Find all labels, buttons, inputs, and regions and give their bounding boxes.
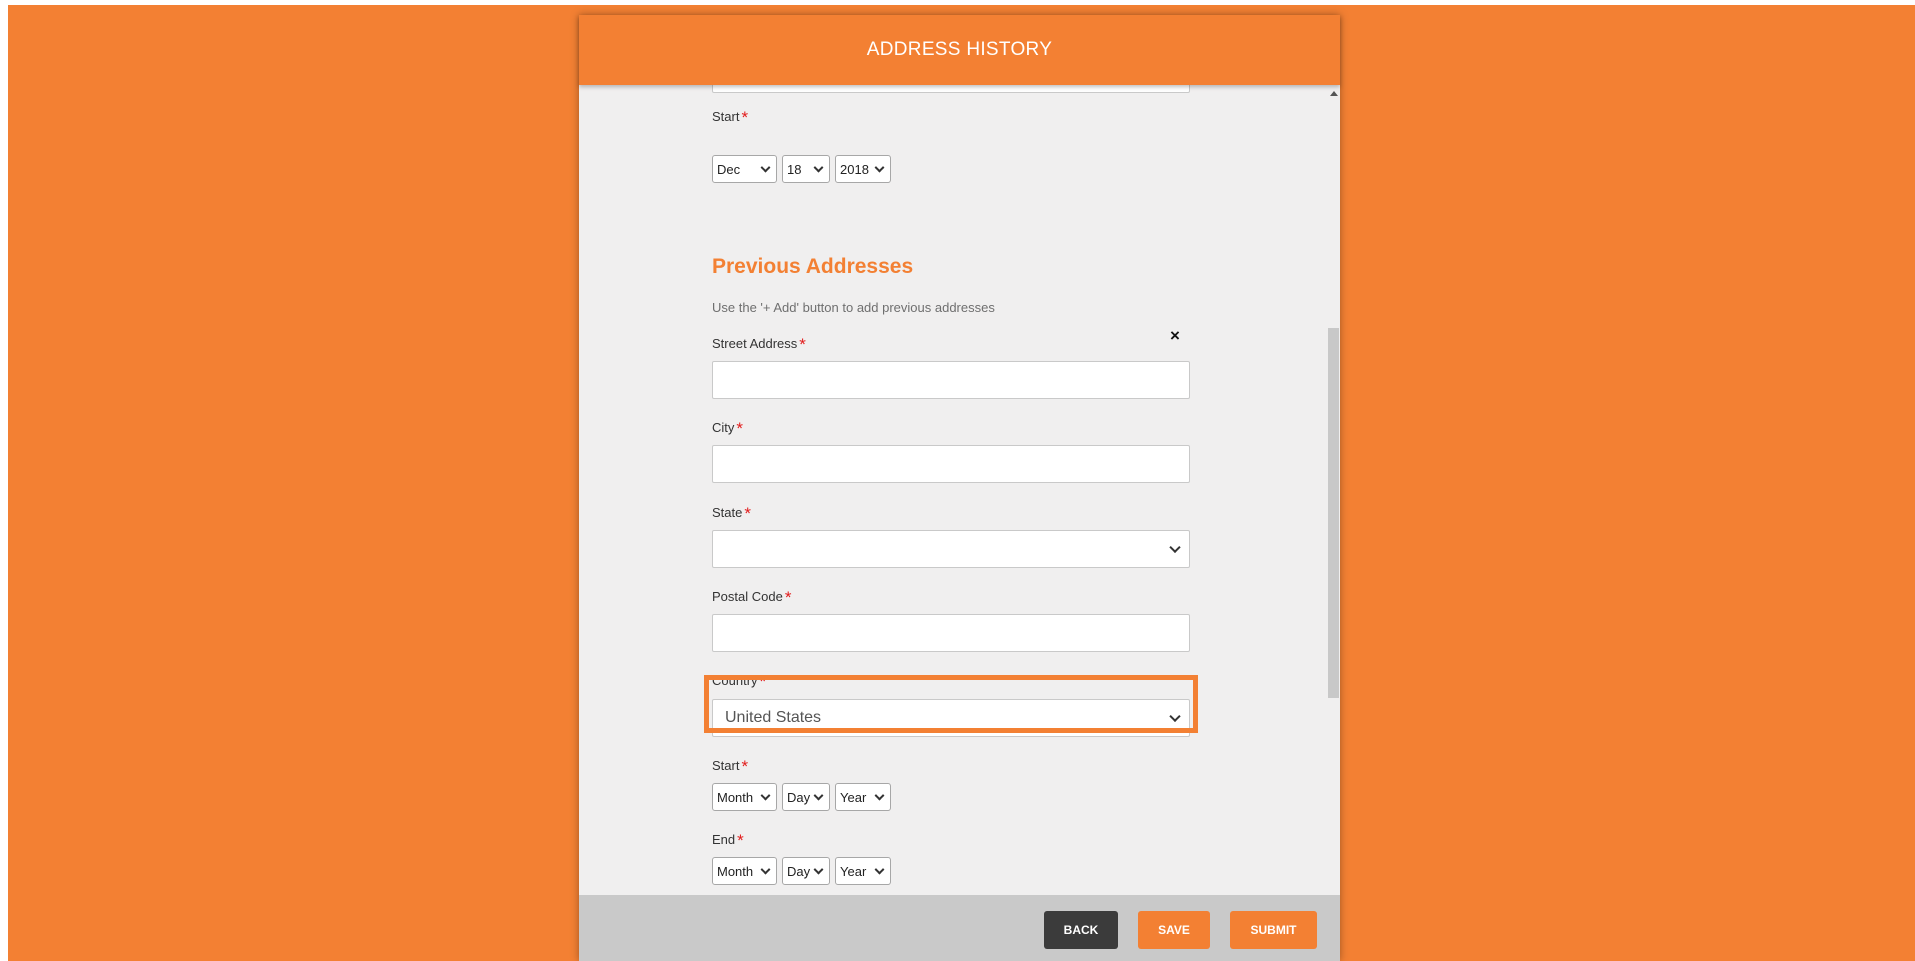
required-asterisk: * — [737, 831, 744, 850]
chevron-down-icon — [874, 790, 885, 801]
chevron-down-icon — [813, 790, 824, 801]
previous-end-day-select[interactable]: Day — [782, 857, 830, 885]
postal-code-input[interactable] — [712, 614, 1190, 652]
required-asterisk: * — [784, 588, 792, 607]
current-start-month-select[interactable]: Dec — [712, 155, 777, 183]
required-asterisk: * — [741, 108, 749, 127]
dialog-title: ADDRESS HISTORY — [866, 39, 1053, 60]
address-history-dialog: ADDRESS HISTORY Start * Dec 18 2018 Previ… — [579, 15, 1340, 961]
save-button[interactable]: SAVE — [1138, 911, 1210, 949]
previous-end-year-select[interactable]: Year — [835, 857, 891, 885]
chevron-down-icon — [813, 162, 824, 173]
postal-code-label: Postal Code * — [712, 588, 792, 607]
current-start-day-select[interactable]: 18 — [782, 155, 830, 183]
previous-start-day-select[interactable]: Day — [782, 783, 830, 811]
street-address-input[interactable] — [712, 361, 1190, 399]
chevron-down-icon — [874, 864, 885, 875]
previous-end-label: End * — [712, 831, 744, 850]
previous-addresses-help: Use the '+ Add' button to add previous a… — [712, 300, 995, 315]
form-scroll-area[interactable]: Start * Dec 18 2018 Previous Addresses Us… — [579, 85, 1340, 905]
previous-end-month-select[interactable]: Month — [712, 857, 777, 885]
submit-button[interactable]: SUBMIT — [1230, 911, 1317, 949]
scroll-up-arrow-icon[interactable] — [1330, 91, 1338, 96]
required-asterisk: * — [741, 757, 749, 776]
required-asterisk: * — [736, 419, 744, 438]
required-asterisk: * — [799, 335, 806, 354]
country-focus-highlight — [704, 675, 1198, 733]
previous-start-label: Start * — [712, 757, 749, 776]
back-button[interactable]: BACK — [1044, 911, 1118, 949]
current-start-label: Start * — [712, 108, 749, 127]
previous-start-year-select[interactable]: Year — [835, 783, 891, 811]
chevron-down-icon — [874, 162, 885, 173]
required-asterisk: * — [744, 504, 751, 523]
current-start-year-select[interactable]: 2018 — [835, 155, 891, 183]
chevron-down-icon — [760, 162, 771, 173]
form-scrollbar[interactable] — [1327, 85, 1340, 905]
previous-addresses-title: Previous Addresses — [712, 255, 914, 278]
chevron-down-icon — [760, 790, 771, 801]
chevron-down-icon — [813, 864, 824, 875]
chevron-down-icon — [1169, 541, 1181, 554]
remove-address-icon[interactable]: × — [1170, 326, 1180, 346]
state-select[interactable] — [712, 530, 1190, 568]
previous-start-month-select[interactable]: Month — [712, 783, 777, 811]
scrollbar-thumb[interactable] — [1328, 328, 1339, 698]
state-label: State * — [712, 504, 751, 523]
current-address-field-partial[interactable] — [712, 85, 1190, 93]
dialog-header: ADDRESS HISTORY — [579, 15, 1340, 85]
city-input[interactable] — [712, 445, 1190, 483]
dialog-footer: BACK SAVE SUBMIT — [579, 895, 1340, 961]
chevron-down-icon — [760, 864, 771, 875]
city-label: City * — [712, 419, 744, 438]
street-address-label: Street Address * — [712, 335, 806, 354]
